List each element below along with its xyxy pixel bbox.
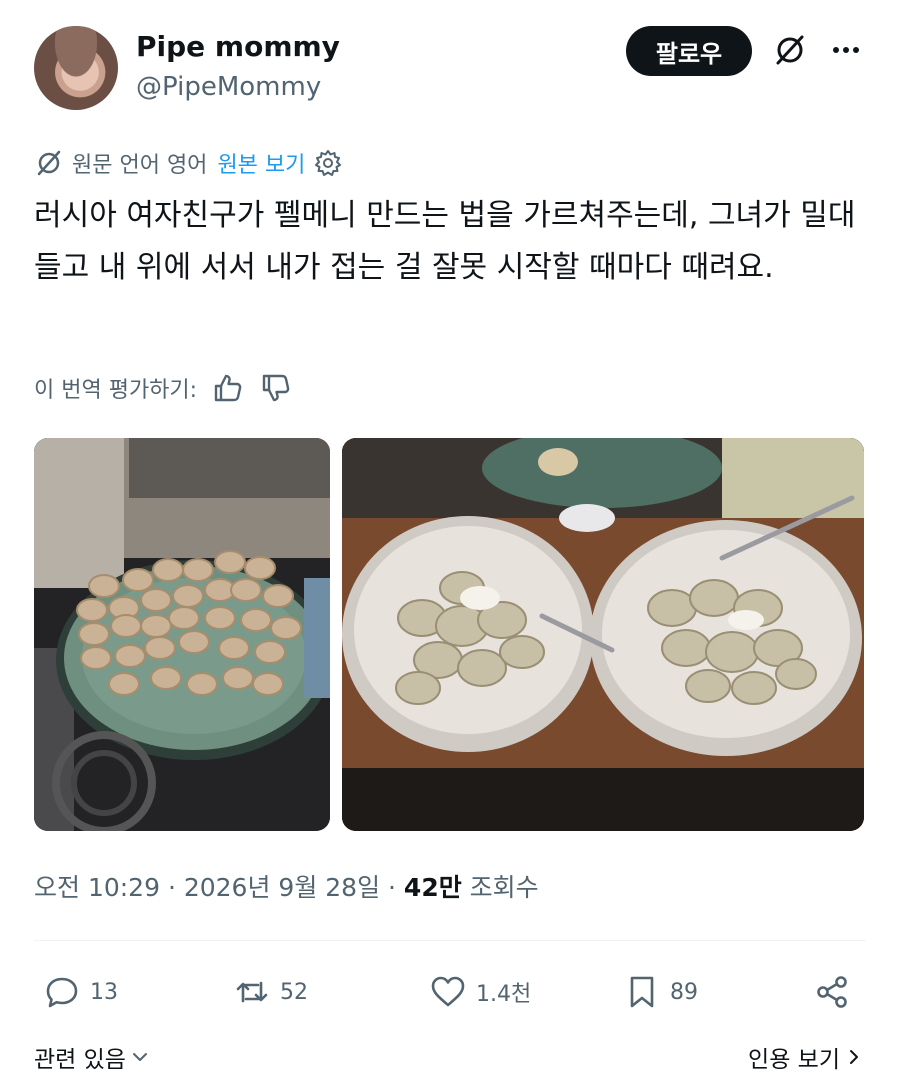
- chevron-right-icon: [850, 1050, 858, 1064]
- dumplings-plate-image: [34, 438, 330, 831]
- quotes-label: 인용 보기: [748, 1047, 840, 1073]
- tweet-metadata: 오전 10:29 · 2026년 9월 28일 · 42만 조회수: [34, 868, 539, 904]
- repost-icon: [236, 981, 268, 1003]
- bookmark-icon: [630, 976, 654, 1008]
- views-label: 조회수: [461, 873, 539, 902]
- tweet-photo-dumpling-bowls[interactable]: [342, 438, 864, 831]
- user-handle[interactable]: @PipeMommy: [136, 72, 321, 102]
- bookmark-button[interactable]: 89: [624, 970, 698, 1014]
- share-icon: [817, 976, 847, 1008]
- grok-icon[interactable]: [772, 32, 808, 68]
- rate-translation: 이 번역 평가하기:: [34, 370, 293, 406]
- more-icon[interactable]: [828, 32, 864, 68]
- source-language-text: 원문 언어 영어: [72, 153, 208, 178]
- translation-info: 원문 언어 영어 원본 보기: [34, 146, 343, 180]
- reply-count: 13: [90, 979, 118, 1005]
- related-toggle[interactable]: 관련 있음: [34, 1040, 150, 1074]
- avatar[interactable]: [34, 26, 118, 110]
- grok-translate-icon: [37, 150, 61, 176]
- gear-icon[interactable]: [313, 148, 343, 178]
- avatar-hair: [34, 26, 118, 110]
- show-original-link[interactable]: 원본 보기: [217, 147, 305, 179]
- view-quotes-link[interactable]: 인용 보기: [748, 1040, 864, 1074]
- dumpling-bowls-image: [342, 438, 864, 831]
- divider: [34, 940, 866, 941]
- follow-button[interactable]: 팔로우: [626, 26, 752, 76]
- heart-icon: [431, 976, 465, 1007]
- repost-button[interactable]: 52: [234, 970, 308, 1014]
- tweet-header: Pipe mommy @PipeMommy 팔로우: [0, 0, 900, 130]
- thumbs-up-icon[interactable]: [211, 371, 245, 405]
- chevron-down-icon: [132, 1053, 147, 1061]
- tweet-date[interactable]: 2026년 9월 28일: [184, 873, 380, 902]
- rate-translation-label: 이 번역 평가하기:: [34, 378, 198, 403]
- bookmark-count: 89: [670, 979, 698, 1005]
- repost-count: 52: [280, 979, 308, 1005]
- views-count[interactable]: 42만: [404, 873, 462, 902]
- meta-separator: ·: [380, 873, 404, 902]
- display-name[interactable]: Pipe mommy: [136, 30, 340, 63]
- related-label: 관련 있음: [34, 1047, 126, 1073]
- reply-icon: [46, 977, 78, 1008]
- tweet-text: 러시아 여자친구가 펠메니 만드는 법을 가르쳐주는데, 그녀가 밀대 들고 내…: [34, 198, 856, 285]
- thumbs-down-icon[interactable]: [259, 371, 293, 405]
- share-button[interactable]: [814, 970, 860, 1014]
- reply-button[interactable]: 13: [44, 970, 118, 1014]
- like-count: 1.4천: [476, 982, 532, 1007]
- like-button[interactable]: 1.4천: [430, 970, 531, 1014]
- tweet-photo-dumplings-plate[interactable]: [34, 438, 330, 831]
- tweet-time[interactable]: 오전 10:29: [34, 873, 160, 902]
- meta-separator: ·: [160, 873, 184, 902]
